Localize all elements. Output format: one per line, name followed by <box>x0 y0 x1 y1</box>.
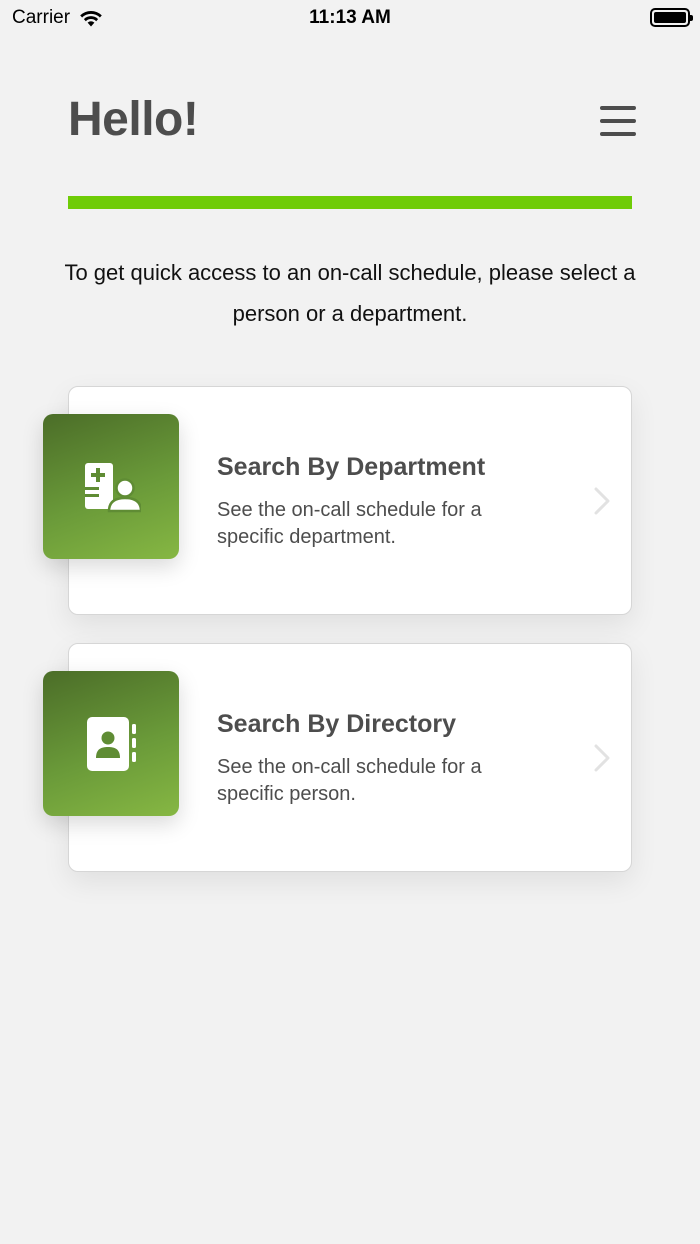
card-description: See the on-call schedule for a specific … <box>217 756 482 805</box>
status-bar: Carrier 11:13 AM <box>0 0 700 36</box>
menu-bar-middle <box>600 119 636 123</box>
contact-book-icon <box>87 716 136 771</box>
menu-bar-bottom <box>600 132 636 136</box>
intro-text: To get quick access to an on-call schedu… <box>64 260 636 326</box>
card-title: Search By Directory <box>217 710 457 738</box>
card-description: See the on-call schedule for a specific … <box>217 499 482 548</box>
card-title: Search By Department <box>217 453 486 481</box>
battery-icon <box>650 8 693 27</box>
department-icon-tile <box>43 414 179 559</box>
status-right <box>650 8 693 27</box>
hamburger-menu-button[interactable] <box>598 103 638 139</box>
battery-level <box>654 12 686 23</box>
status-time: 11:13 AM <box>309 7 391 28</box>
search-by-directory-card[interactable]: Search By Directory See the on-call sche… <box>43 643 632 872</box>
page-title: Hello! <box>68 93 199 146</box>
medical-staff-icon <box>85 462 141 512</box>
directory-icon-tile <box>43 671 179 816</box>
chevron-right-icon <box>594 487 610 515</box>
chevron-right-icon <box>594 744 610 772</box>
search-by-department-card[interactable]: Search By Department See the on-call sch… <box>43 386 632 615</box>
menu-bar-top <box>600 106 636 110</box>
accent-divider <box>68 196 632 209</box>
home-screen: Carrier 11:13 AM Hello! To get quick acc… <box>0 0 700 1244</box>
